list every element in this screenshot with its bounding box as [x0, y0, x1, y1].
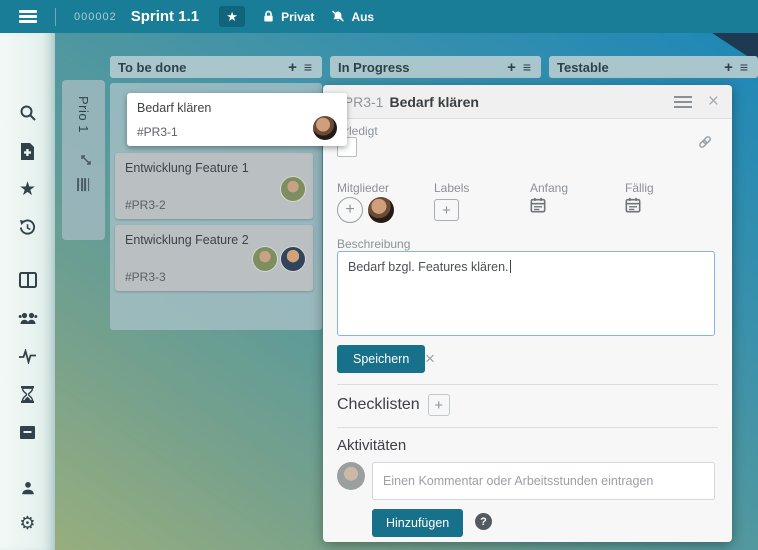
- top-bar: 000002 Sprint 1.1 ★ Privat Aus: [0, 0, 758, 33]
- left-sidebar: ★ ⚙: [0, 33, 55, 550]
- lock-icon: [261, 9, 276, 24]
- card-title: Entwicklung Feature 1: [115, 153, 313, 175]
- avatar: [253, 247, 277, 271]
- card-menu-icon[interactable]: [674, 93, 692, 111]
- card-detail-title: Bedarf klären: [389, 94, 667, 110]
- start-date-calendar-icon[interactable]: [530, 197, 546, 218]
- description-text: Bedarf bzgl. Features klären.: [348, 260, 509, 274]
- star-icon: ★: [226, 9, 238, 25]
- hamburger-menu-icon[interactable]: [0, 8, 55, 26]
- star-board-button[interactable]: ★: [219, 6, 245, 27]
- add-card-icon[interactable]: +: [502, 59, 521, 76]
- topbar-divider: [55, 8, 56, 26]
- board-view-icon[interactable]: [0, 265, 55, 295]
- add-comment-button[interactable]: Hinzufügen: [372, 509, 463, 537]
- due-date-calendar-icon[interactable]: [625, 197, 641, 218]
- member-avatar[interactable]: [368, 197, 394, 223]
- checklists-label: Checklisten: [337, 396, 420, 414]
- card-pr3-2[interactable]: Entwicklung Feature 1 #PR3-2: [115, 153, 313, 219]
- due-label: Fällig: [625, 181, 654, 195]
- app-window: 000002 Sprint 1.1 ★ Privat Aus ★ ⚙ Prio …: [0, 0, 758, 550]
- add-card-icon[interactable]: +: [719, 59, 738, 76]
- swimlane-prio1[interactable]: Prio 1: [62, 80, 105, 240]
- settings-gear-icon[interactable]: ⚙: [0, 508, 55, 538]
- activities-label: Aktivitäten: [337, 437, 406, 454]
- time-tracking-icon[interactable]: [0, 379, 55, 409]
- labels-label: Labels: [434, 181, 469, 195]
- card-id: #PR3-2: [125, 198, 166, 212]
- swimlane-title: Prio 1: [76, 96, 91, 133]
- column-menu-icon[interactable]: ≡: [738, 59, 750, 75]
- avatar: [281, 177, 305, 201]
- divider: [337, 384, 718, 385]
- cancel-icon[interactable]: ×: [425, 349, 435, 369]
- column-title: To be done: [118, 60, 283, 75]
- avatar: [313, 116, 337, 140]
- starred-boards-icon[interactable]: ★: [0, 174, 55, 204]
- link-icon[interactable]: [696, 133, 714, 156]
- card-pr3-3[interactable]: Entwicklung Feature 2 #PR3-3: [115, 225, 313, 291]
- checklists-section: Checklisten +: [337, 394, 450, 416]
- text-caret: [510, 260, 511, 273]
- privacy-label: Privat: [281, 10, 314, 24]
- column-menu-icon[interactable]: ≡: [302, 59, 314, 75]
- column-title: Testable: [557, 60, 719, 75]
- swimlane-collapse-icon[interactable]: [75, 154, 93, 166]
- add-member-icon[interactable]: +: [337, 197, 363, 223]
- comment-input[interactable]: [372, 462, 715, 500]
- add-checklist-icon[interactable]: +: [428, 394, 450, 416]
- avatar: [281, 247, 305, 271]
- card-title: Bedarf klären: [127, 93, 347, 115]
- column-title: In Progress: [338, 60, 502, 75]
- add-label-icon[interactable]: +: [434, 199, 459, 221]
- notifications-toggle[interactable]: Aus: [330, 9, 374, 24]
- members-label: Mitglieder: [337, 181, 389, 195]
- description-textarea[interactable]: Bedarf bzgl. Features klären.: [337, 251, 715, 336]
- bell-slash-icon: [330, 9, 346, 24]
- board-number: 000002: [74, 11, 117, 23]
- help-icon[interactable]: ?: [475, 513, 492, 530]
- description-label: Beschreibung: [337, 237, 410, 251]
- column-menu-icon[interactable]: ≡: [521, 59, 533, 75]
- card-title: Entwicklung Feature 2: [115, 225, 313, 247]
- swimlane-menu-icon[interactable]: [76, 178, 91, 191]
- card-pr3-1-selected[interactable]: Bedarf klären #PR3-1: [127, 93, 347, 146]
- board-title: Sprint 1.1: [131, 8, 199, 25]
- card-id: #PR3-3: [125, 270, 166, 284]
- add-card-icon[interactable]: +: [283, 59, 302, 76]
- card-id: #PR3-1: [137, 125, 178, 139]
- start-label: Anfang: [530, 181, 568, 195]
- history-icon[interactable]: [0, 212, 55, 242]
- members-icon[interactable]: [0, 303, 55, 333]
- privacy-toggle[interactable]: Privat: [261, 9, 314, 24]
- notifications-label: Aus: [351, 10, 374, 24]
- column-header-in-progress[interactable]: In Progress + ≡: [330, 56, 541, 78]
- add-document-icon[interactable]: [0, 136, 55, 166]
- column-header-to-be-done[interactable]: To be done + ≡: [110, 56, 322, 78]
- current-user-avatar: [337, 462, 365, 490]
- column-header-testable[interactable]: Testable + ≡: [549, 56, 758, 78]
- archive-icon[interactable]: [0, 417, 55, 447]
- close-icon[interactable]: ×: [708, 92, 719, 111]
- save-button[interactable]: Speichern: [337, 345, 425, 373]
- card-detail-header: #PR3-1 Bedarf klären ×: [323, 85, 732, 119]
- divider: [337, 427, 718, 428]
- search-icon[interactable]: [0, 98, 55, 128]
- card-detail-modal: #PR3-1 Bedarf klären × Erledigt Mitglied…: [323, 85, 732, 542]
- activity-icon[interactable]: [0, 341, 55, 371]
- profile-icon[interactable]: [0, 473, 55, 503]
